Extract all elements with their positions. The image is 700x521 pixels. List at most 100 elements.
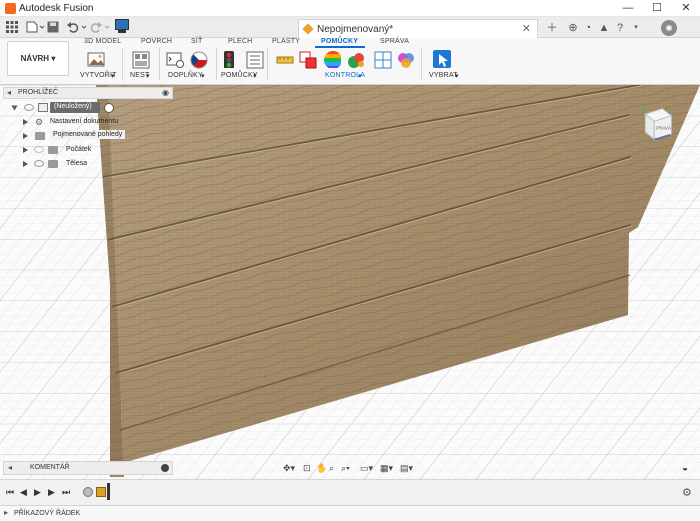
expand-icon[interactable]: ▸: [4, 508, 8, 517]
fit-icon[interactable]: ⌕▾: [341, 461, 350, 475]
timeline-feature-icon[interactable]: [96, 487, 106, 497]
command-line-label: PŘÍKAZOVÝ ŘÁDEK: [14, 510, 81, 517]
pin-icon[interactable]: ◉: [162, 88, 169, 97]
timeline-feature-icon[interactable]: [83, 487, 93, 497]
select-icon[interactable]: [433, 50, 451, 68]
czech-flag-icon[interactable]: [190, 51, 208, 69]
timeline-settings-gear-icon[interactable]: ⚙: [682, 486, 692, 499]
document-tab[interactable]: Nepojmenovaný* ✕: [298, 19, 538, 38]
browser-root-row[interactable]: (Neuložený): [3, 102, 173, 115]
visibility-icon[interactable]: [34, 146, 44, 153]
tab-sheet-metal[interactable]: PLECH: [228, 38, 252, 45]
browser-item-label: Pojmenované pohledy: [50, 130, 126, 139]
close-button[interactable]: ✕: [672, 0, 700, 17]
step-back-icon[interactable]: ◀: [20, 486, 27, 498]
browser-item-document-settings[interactable]: ⚙ Nastavení dokumentu: [3, 116, 173, 129]
help-dropdown-icon[interactable]: ▾: [628, 20, 644, 36]
navigation-bar: ✥▾ ⊡ ✋ ⌕ ⌕▾ ▭▾ ▦▾ ▤▾: [283, 461, 418, 475]
nest-icon[interactable]: [132, 51, 150, 69]
close-tab-icon[interactable]: ✕: [522, 22, 531, 35]
maximize-button[interactable]: ☐: [643, 0, 671, 17]
zoom-icon[interactable]: ⌕: [329, 461, 334, 475]
group-separator: [267, 48, 268, 80]
collapse-icon[interactable]: ◂: [8, 463, 12, 472]
timeline-marker[interactable]: [107, 483, 110, 500]
browser-header[interactable]: ◂ PROHLÍŽEČ ◉: [3, 87, 173, 99]
workspace-switcher-button[interactable]: NÁVRH ▾: [7, 41, 69, 76]
redo-icon[interactable]: [90, 21, 110, 33]
add-comment-icon[interactable]: [161, 464, 169, 472]
orbit-icon[interactable]: ✥▾: [283, 461, 295, 475]
new-tab-icon[interactable]: ＋: [544, 20, 560, 36]
job-status-icon[interactable]: [115, 19, 129, 34]
undo-icon[interactable]: [67, 21, 87, 33]
pan-icon[interactable]: ✋: [316, 461, 327, 475]
step-forward-icon[interactable]: ▶: [48, 486, 55, 498]
group-separator: [216, 48, 217, 80]
scripts-addins-icon[interactable]: [166, 51, 184, 69]
globe-icon[interactable]: ⊕: [565, 20, 581, 36]
look-at-icon[interactable]: ⊡: [303, 461, 311, 475]
zebra-analysis-icon[interactable]: [323, 50, 341, 68]
component-color-icon[interactable]: [374, 51, 392, 69]
tab-plastic[interactable]: PLASTY: [272, 38, 300, 45]
group-nest-caret[interactable]: ▾: [146, 72, 150, 80]
insert-image-icon[interactable]: [87, 51, 105, 69]
browser-item-origin[interactable]: Počátek: [3, 144, 173, 157]
viewcube-face-label: PRAVÁ: [656, 124, 671, 130]
tab-manage[interactable]: SPRÁVA: [380, 38, 409, 45]
grid-settings-icon[interactable]: ▦▾: [380, 461, 393, 475]
browser-panel: ◂ PROHLÍŽEČ ◉ (Neuložený) ⚙ Nastavení do…: [3, 87, 173, 169]
tab-mesh[interactable]: SÍŤ: [191, 38, 203, 45]
visibility-icon[interactable]: [34, 160, 44, 167]
document-icon: [302, 23, 314, 35]
group-addins-caret[interactable]: ▾: [201, 72, 205, 80]
display-settings-icon[interactable]: ▭▾: [360, 461, 373, 475]
notification-bell-icon[interactable]: ▲: [596, 20, 612, 36]
play-icon[interactable]: ▶: [34, 486, 41, 498]
expand-icon[interactable]: [23, 147, 28, 153]
curvature-analysis-icon[interactable]: [347, 51, 365, 69]
group-separator: [421, 48, 422, 80]
minimize-button[interactable]: —: [614, 0, 642, 17]
visibility-icon[interactable]: [24, 104, 34, 111]
display-component-colors-icon[interactable]: [397, 51, 415, 69]
tab-surface[interactable]: POVRCH: [141, 38, 172, 45]
browser-item-bodies[interactable]: Tělesa: [3, 158, 173, 171]
group-addins[interactable]: DOPLŇKY: [168, 72, 203, 79]
file-icon[interactable]: [26, 21, 44, 33]
browser-item-label: Počátek: [66, 146, 92, 153]
parameters-icon[interactable]: [246, 51, 264, 69]
document-tab-label: Nepojmenovaný*: [317, 24, 394, 35]
comments-panel[interactable]: ◂ KOMENTÁŘ: [3, 461, 173, 475]
speedometer-icon[interactable]: ◒: [682, 463, 688, 474]
collapse-icon[interactable]: ◂: [7, 88, 11, 97]
group-create-caret[interactable]: ▾: [111, 72, 115, 80]
expand-icon[interactable]: [23, 161, 28, 167]
activate-radio-icon[interactable]: [104, 103, 114, 113]
help-icon[interactable]: ?: [612, 20, 628, 36]
tab-utilities[interactable]: POMŮCKY: [321, 38, 358, 45]
group-utilities-caret[interactable]: ▾: [253, 72, 257, 80]
expand-icon[interactable]: [23, 119, 28, 125]
expand-icon[interactable]: [11, 105, 18, 111]
interference-icon[interactable]: [299, 51, 317, 69]
go-to-start-icon[interactable]: ⏮: [6, 486, 14, 498]
browser-title: PROHLÍŽEČ: [18, 89, 59, 96]
viewports-icon[interactable]: ▤▾: [400, 461, 413, 475]
save-icon[interactable]: [47, 21, 59, 33]
traffic-light-icon[interactable]: [222, 50, 240, 68]
expand-icon[interactable]: [23, 133, 28, 139]
measure-icon[interactable]: [276, 52, 294, 70]
browser-item-named-views[interactable]: Pojmenované pohledy: [3, 130, 173, 143]
go-to-end-icon[interactable]: ⏭: [62, 486, 70, 498]
group-select-caret[interactable]: ▾: [455, 72, 459, 80]
viewcube[interactable]: PRAVÁ: [638, 105, 676, 143]
tab-3d-model[interactable]: 3D MODEL: [84, 38, 121, 45]
group-select[interactable]: VYBRAT: [429, 72, 458, 79]
grid-icon[interactable]: [6, 21, 18, 33]
group-inspect-caret[interactable]: ▾: [358, 72, 362, 80]
command-line-bar[interactable]: ▸ PŘÍKAZOVÝ ŘÁDEK: [0, 506, 700, 521]
clock-icon[interactable]: ◔: [580, 20, 596, 36]
avatar[interactable]: ◉: [661, 20, 677, 36]
